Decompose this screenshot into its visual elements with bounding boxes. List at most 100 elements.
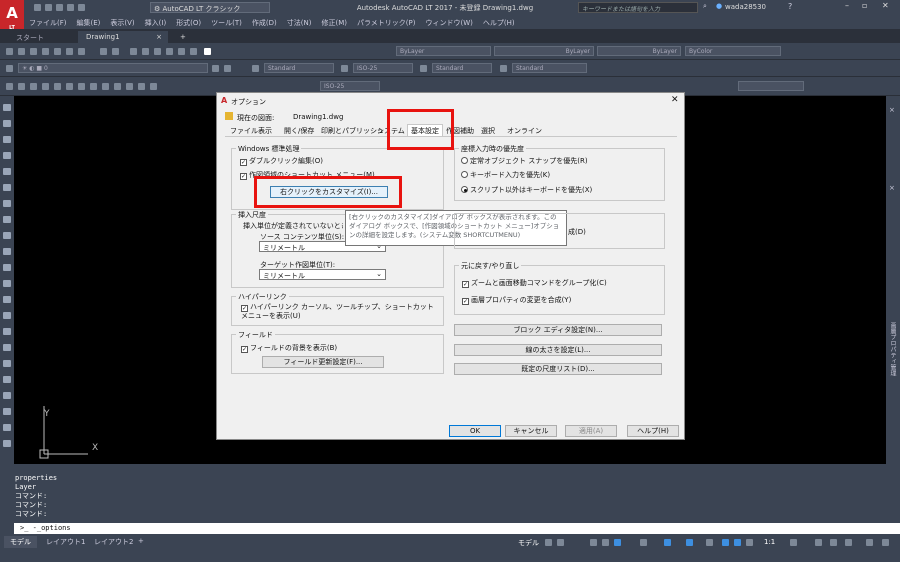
tab-start[interactable]: スタート	[8, 31, 52, 43]
table-style-dropdown[interactable]: Standard	[432, 63, 492, 73]
tab-open-save[interactable]: 開く/保存	[284, 126, 314, 136]
tab-layout2[interactable]: レイアウト2	[88, 536, 139, 548]
print-icon[interactable]	[78, 4, 85, 11]
tab-files[interactable]: ファイル	[230, 126, 258, 136]
lineweight-settings-button[interactable]: 線の太さを設定(L)...	[454, 344, 662, 356]
layer-previous-icon[interactable]	[224, 65, 231, 72]
array-icon[interactable]	[3, 168, 11, 175]
linetype-dropdown[interactable]: ByLayer	[494, 46, 594, 56]
dim-style-dropdown[interactable]: ISO-25	[353, 63, 413, 73]
zoom-pan-group-checkbox[interactable]: ✓ ズームと画面移動コマンドをグループ化(C)	[462, 278, 607, 288]
rectangle-icon[interactable]	[54, 83, 61, 90]
block-icon[interactable]	[114, 83, 121, 90]
menu-draw[interactable]: 作成(D)	[247, 16, 282, 30]
lineweight-dropdown[interactable]: ByLayer	[597, 46, 681, 56]
move-icon[interactable]	[3, 184, 11, 191]
text-icon[interactable]	[150, 83, 157, 90]
apply-button[interactable]: 適用(A)	[565, 425, 617, 437]
new-icon[interactable]	[6, 48, 13, 55]
mtext-icon[interactable]	[3, 408, 11, 415]
plus-icon[interactable]	[815, 539, 822, 546]
dblclick-edit-checkbox[interactable]: ✓ ダブルクリック編集(O)	[240, 156, 323, 166]
tab-drawing1[interactable]: Drawing1 ×	[78, 31, 168, 43]
save-icon[interactable]	[30, 48, 37, 55]
workspace-gear-icon[interactable]	[790, 539, 797, 546]
xline-icon[interactable]	[18, 83, 25, 90]
customize-menu-icon[interactable]	[882, 539, 889, 546]
tab-online[interactable]: オンライン	[507, 126, 542, 136]
save-icon[interactable]	[56, 4, 63, 11]
clean-screen-icon[interactable]	[866, 539, 873, 546]
close-icon[interactable]: ×	[889, 184, 895, 192]
open-icon[interactable]	[18, 48, 25, 55]
text-style-dropdown[interactable]: Standard	[264, 63, 334, 73]
osnap-icon[interactable]	[614, 539, 621, 546]
tab-display[interactable]: 表示	[258, 126, 272, 136]
mirror-icon[interactable]	[3, 136, 11, 143]
coord-osnap-radio[interactable]: 定常オブジェクト スナップを優先(R)	[461, 156, 588, 166]
break-icon[interactable]	[3, 280, 11, 287]
menu-edit[interactable]: 編集(E)	[72, 16, 106, 30]
spline-icon[interactable]	[90, 83, 97, 90]
block-editor-settings-button[interactable]: ブロック エディタ設定(N)...	[454, 324, 662, 336]
snap-icon[interactable]	[557, 539, 564, 546]
menu-file[interactable]: ファイル(F)	[24, 16, 72, 30]
tab-close-icon[interactable]: ×	[156, 33, 162, 41]
transparency-icon[interactable]	[686, 539, 693, 546]
selection-cycle-icon[interactable]	[706, 539, 713, 546]
close-icon[interactable]: ✕	[882, 1, 889, 10]
color-dropdown[interactable]: ByLayer	[396, 46, 491, 56]
rotate-icon[interactable]	[3, 200, 11, 207]
search-input[interactable]: キーワードまたは語句を入力	[578, 2, 698, 13]
print-icon[interactable]	[42, 48, 49, 55]
region-icon[interactable]	[3, 376, 11, 383]
arc-icon[interactable]	[66, 83, 73, 90]
tab-model[interactable]: モデル	[4, 536, 37, 548]
minimize-icon[interactable]: –	[845, 1, 849, 10]
help-icon[interactable]: ?	[788, 2, 792, 11]
copy-icon[interactable]	[3, 120, 11, 127]
zoom-icon[interactable]	[142, 48, 149, 55]
cut-icon[interactable]	[54, 48, 61, 55]
search-icon[interactable]: ⌕	[703, 2, 707, 11]
user-name[interactable]: wada28530	[725, 3, 766, 11]
dim-style-dropdown-2[interactable]: ISO-25	[320, 81, 380, 91]
ok-button[interactable]: OK	[449, 425, 501, 437]
trim-icon[interactable]	[3, 248, 11, 255]
tab-add-layout[interactable]: +	[134, 536, 148, 546]
field-background-checkbox[interactable]: ✓ フィールドの背景を表示(B)	[241, 343, 337, 353]
join-icon[interactable]	[3, 296, 11, 303]
ortho-icon[interactable]	[590, 539, 597, 546]
hatch-icon[interactable]	[3, 360, 11, 367]
mleader-style-dropdown[interactable]: Standard	[512, 63, 587, 73]
make-current-icon[interactable]	[212, 65, 219, 72]
layer-dropdown[interactable]: ☀ ◐ ■ 0	[18, 63, 208, 73]
workspace-dropdown[interactable]: ⚙ AutoCAD LT クラシック	[150, 2, 270, 13]
circle-icon[interactable]	[78, 83, 85, 90]
close-icon[interactable]: ✕	[671, 95, 679, 105]
explode-icon[interactable]	[3, 344, 11, 351]
text-style-icon[interactable]	[252, 65, 259, 72]
polar-icon[interactable]	[602, 539, 609, 546]
command-input[interactable]: >_ -_options	[14, 523, 900, 534]
tab-layout1[interactable]: レイアウト1	[40, 536, 91, 548]
fullscreen-icon[interactable]	[845, 539, 852, 546]
hyperlink-checkbox[interactable]: ✓ ハイパーリンク カーソル、ツールチップ、ショートカットメニューを表示(U)	[241, 303, 437, 320]
redo-icon[interactable]	[112, 48, 119, 55]
maximize-icon[interactable]: ▫	[862, 1, 867, 10]
stretch-icon[interactable]	[3, 232, 11, 239]
menu-modify[interactable]: 修正(M)	[316, 16, 352, 30]
pan-icon[interactable]	[130, 48, 137, 55]
menu-window[interactable]: ウィンドウ(W)	[420, 16, 477, 30]
layer-manager-icon[interactable]	[6, 65, 13, 72]
annotation-scale[interactable]: 1:1	[764, 538, 775, 546]
menu-help[interactable]: ヘルプ(H)	[478, 16, 520, 30]
polyline-icon[interactable]	[30, 83, 37, 90]
layer-prop-combine-checkbox[interactable]: ✓ 画層プロパティの変更を合成(Y)	[462, 295, 571, 305]
copy-icon[interactable]	[66, 48, 73, 55]
measure-icon[interactable]	[3, 424, 11, 431]
cancel-button[interactable]: キャンセル	[505, 425, 557, 437]
dim-style-icon[interactable]	[341, 65, 348, 72]
coord-script-radio[interactable]: スクリプト以外はキーボードを優先(X)	[461, 185, 592, 195]
extend-icon[interactable]	[3, 264, 11, 271]
